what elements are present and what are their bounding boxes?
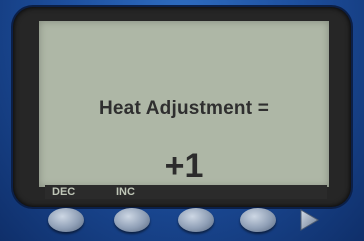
- softkey-button-dec[interactable]: [48, 208, 84, 232]
- next-arrow-icon: [300, 209, 319, 231]
- softkey-button-3[interactable]: [178, 208, 214, 232]
- setting-value: +1: [164, 147, 204, 185]
- setting-title: Heat Adjustment =: [98, 98, 270, 119]
- softkey-button-inc[interactable]: [114, 208, 150, 232]
- softkey-bar: DEC INC: [45, 185, 327, 199]
- softkey-button-4[interactable]: [240, 208, 276, 232]
- screen-bezel: Heat Adjustment = +1 DEC INC: [13, 7, 351, 207]
- thermostat-device: Heat Adjustment = +1 DEC INC: [0, 0, 364, 241]
- softkey-label-dec: DEC: [52, 186, 76, 198]
- next-button[interactable]: [298, 208, 320, 232]
- lcd-display: Heat Adjustment = +1 DEC INC: [39, 21, 329, 199]
- softkey-label-inc: INC: [116, 186, 135, 198]
